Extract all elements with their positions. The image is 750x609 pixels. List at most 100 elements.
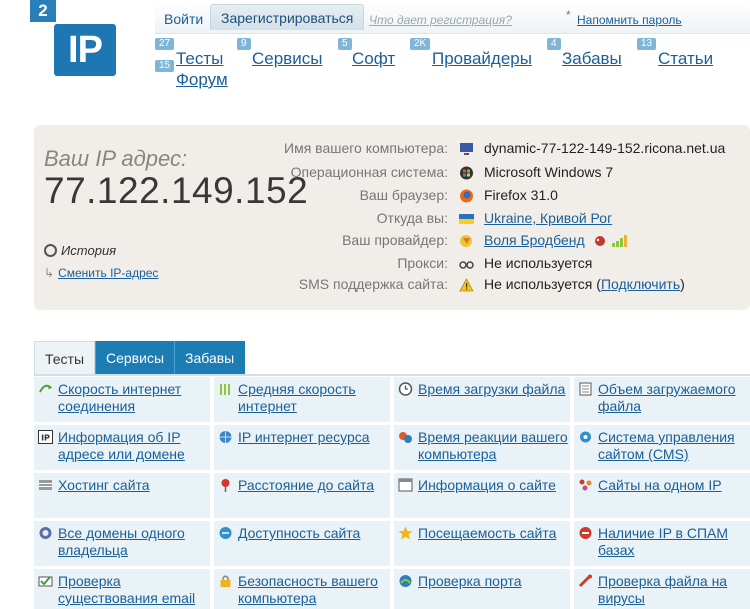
change-arrow-icon: ↳: [44, 266, 55, 280]
port-icon: [399, 575, 412, 587]
history-icon: [44, 244, 57, 257]
info-row-location: Откуда вы: Ukraine, Кривой Рог: [200, 210, 750, 230]
grid-item-label[interactable]: Средняя скорость интернет: [238, 381, 390, 415]
star-icon: [398, 526, 413, 540]
grid-item-label[interactable]: Безопасность вашего компьютера: [238, 573, 390, 607]
grid-item[interactable]: Сайты на одном IP: [574, 473, 750, 518]
bug-icon[interactable]: [593, 234, 607, 247]
info-value[interactable]: Ukraine, Кривой Рог: [484, 210, 612, 226]
tab-tests[interactable]: Тесты: [34, 341, 95, 375]
tab-fun[interactable]: Забавы: [174, 341, 245, 375]
grid-item-label[interactable]: Наличие IP в СПАМ базах: [598, 525, 750, 559]
page-icon: [579, 382, 592, 396]
grid-item[interactable]: Наличие IP в СПАМ базах: [574, 521, 750, 566]
info-row-provider: Ваш провайдер: Воля Бродбенд: [200, 232, 750, 252]
provider-link[interactable]: Воля Бродбенд: [484, 232, 585, 248]
signal-bars-icon: [611, 235, 627, 247]
login-link[interactable]: Войти: [164, 11, 203, 27]
grid-item[interactable]: Проверка файла на вирусы: [574, 569, 750, 609]
change-ip-link[interactable]: ↳ Сменить IP-адрес: [44, 266, 158, 280]
grid-item-label[interactable]: Проверка файла на вирусы: [598, 573, 750, 607]
pin-icon: [221, 479, 230, 492]
grid-item[interactable]: Расстояние до сайта: [214, 473, 390, 518]
info-value: Firefox 31.0: [484, 187, 558, 203]
nav-label[interactable]: Провайдеры: [432, 49, 532, 69]
grid-item-label[interactable]: Информация об IP адресе или домене: [58, 429, 210, 463]
grid-item[interactable]: IP интернет ресурса: [214, 425, 390, 470]
nav-count: 13: [637, 38, 657, 50]
nav-label[interactable]: Сервисы: [252, 49, 322, 69]
windows-icon: [460, 166, 473, 180]
grid-item-label[interactable]: Хостинг сайта: [58, 477, 210, 494]
grid-item-label[interactable]: Расстояние до сайта: [238, 477, 390, 494]
grid-item-label[interactable]: Время загрузки файла: [418, 381, 570, 398]
nav-count: 15: [155, 60, 175, 72]
grid-item[interactable]: Система управления сайтом (CMS): [574, 425, 750, 470]
nav-count: 9: [237, 38, 251, 50]
change-ip-label[interactable]: Сменить IP-адрес: [58, 266, 158, 280]
grid-item[interactable]: IP Информация об IP адресе или домене: [34, 425, 210, 470]
tab-services[interactable]: Сервисы: [95, 341, 174, 375]
grid-item-label[interactable]: Время реакции вашего компьютера: [418, 429, 570, 463]
sms-suffix: ): [680, 276, 685, 292]
grid-item[interactable]: Посещаемость сайта: [394, 521, 570, 566]
grid-item[interactable]: Доступность сайта: [214, 521, 390, 566]
nav-label[interactable]: Статьи: [658, 49, 713, 69]
nav-label[interactable]: Форум: [176, 70, 228, 90]
speed-icon: [39, 384, 52, 393]
grid-item[interactable]: Скорость интернет соединения: [34, 377, 210, 422]
info-row-os: Операционная система: Microsoft Windows …: [200, 164, 750, 184]
info-row-proxy: Прокси: Не используется: [200, 255, 750, 275]
firefox-icon: [460, 189, 473, 203]
location-link[interactable]: Ukraine, Кривой Рог: [484, 210, 612, 226]
grid-item[interactable]: Время загрузки файла: [394, 377, 570, 422]
sites-icon: [579, 479, 592, 491]
nav-label[interactable]: Забавы: [562, 49, 622, 69]
grid-item[interactable]: Объем загружаемого файла: [574, 377, 750, 422]
history-link[interactable]: История: [44, 243, 116, 258]
why-register-link[interactable]: Что дает регистрация?: [369, 13, 512, 27]
grid-item[interactable]: Время реакции вашего компьютера: [394, 425, 570, 470]
grid-item-label[interactable]: IP интернет ресурса: [238, 429, 390, 446]
grid-item-label[interactable]: Информация о сайте: [418, 477, 570, 494]
grid-item-label[interactable]: Скорость интернет соединения: [58, 381, 210, 415]
grid-item-label[interactable]: Проверка существования email: [58, 573, 210, 607]
grid-item-label[interactable]: Все домены одного владельца: [58, 525, 210, 559]
register-button[interactable]: Зарегистрироваться: [210, 4, 365, 30]
reaction-icon: [399, 432, 412, 443]
window-icon: [398, 478, 413, 492]
grid-item[interactable]: Безопасность вашего компьютера: [214, 569, 390, 609]
grid-item[interactable]: Хостинг сайта: [34, 473, 210, 518]
grid-item[interactable]: Информация о сайте: [394, 473, 570, 518]
nav-label[interactable]: Тесты: [176, 49, 223, 69]
grid-item[interactable]: Проверка существования email: [34, 569, 210, 609]
logo[interactable]: IP: [54, 24, 116, 76]
info-value: Не используется (Подключить): [484, 276, 685, 292]
bars-icon: [220, 384, 230, 395]
history-label[interactable]: История: [61, 243, 116, 258]
info-value[interactable]: Воля Бродбенд: [484, 232, 629, 248]
grid-item[interactable]: Все домены одного владельца: [34, 521, 210, 566]
info-value: dynamic-77-122-149-152.ricona.net.ua: [484, 140, 726, 156]
connect-link[interactable]: Подключить: [601, 276, 680, 292]
provider-icon: [460, 235, 472, 247]
ukraine-flag-icon: [459, 214, 474, 224]
info-value: Не используется: [484, 255, 593, 271]
grid-item-label[interactable]: Объем загружаемого файла: [598, 381, 750, 415]
info-key: Операционная система:: [290, 164, 448, 180]
grid-item-label[interactable]: Сайты на одном IP: [598, 477, 750, 494]
remind-password-link[interactable]: Напомнить пароль: [577, 13, 682, 27]
cms-icon: [580, 431, 591, 443]
grid-item[interactable]: Средняя скорость интернет: [214, 377, 390, 422]
nav-label[interactable]: Софт: [352, 49, 395, 69]
grid-item[interactable]: Проверка порта: [394, 569, 570, 609]
availability-icon: [219, 527, 232, 539]
nav-count: 4: [547, 38, 561, 50]
info-row-browser: Ваш браузер: Firefox 31.0: [200, 187, 750, 207]
grid-item-label[interactable]: Доступность сайта: [238, 525, 390, 542]
info-key: Прокси:: [397, 255, 448, 271]
grid-item-label[interactable]: Проверка порта: [418, 573, 570, 590]
info-key: Ваш браузер:: [359, 187, 448, 203]
grid-item-label[interactable]: Посещаемость сайта: [418, 525, 570, 542]
grid-item-label[interactable]: Система управления сайтом (CMS): [598, 429, 750, 463]
